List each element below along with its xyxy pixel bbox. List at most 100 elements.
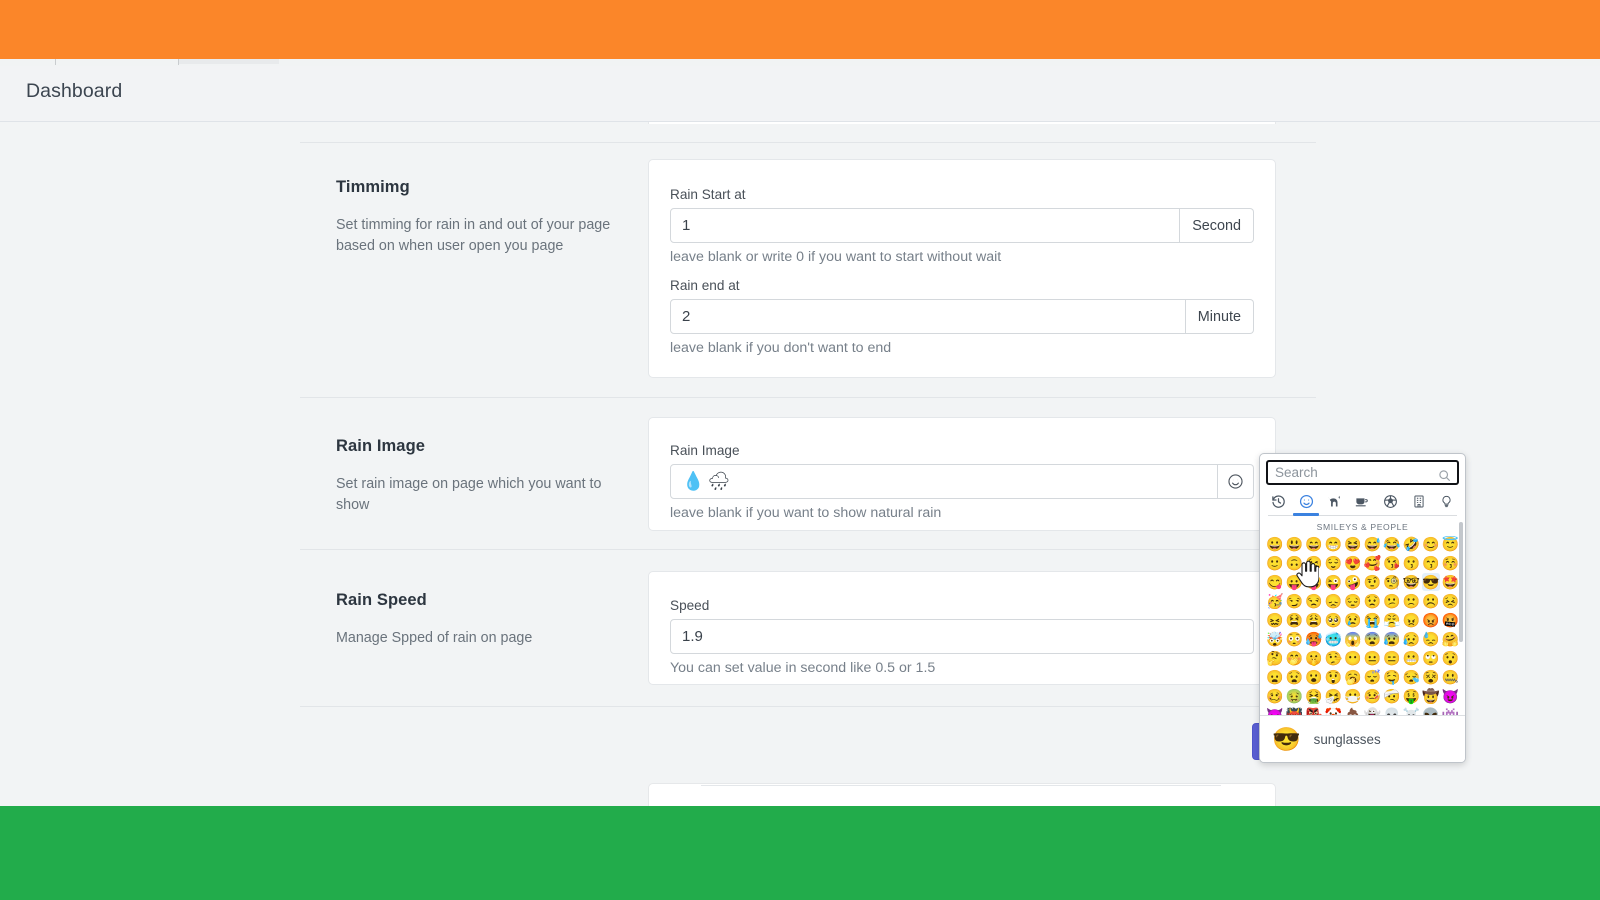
emoji-cell[interactable]: 😛 — [1286, 573, 1304, 591]
emoji-cell[interactable]: 😎 — [1422, 573, 1440, 591]
bulb-icon[interactable] — [1437, 491, 1457, 511]
emoji-cell[interactable]: 🤨 — [1364, 573, 1382, 591]
emoji-picker-popup[interactable]: SMILEYS & PEOPLE 😀😃😄😁😆😅😂🤣😊😇 🙂🙃😉😌😍🥰😘😗😙😚 😋😛😝… — [1259, 453, 1466, 763]
emoji-smile-icon[interactable] — [1218, 464, 1254, 499]
emoji-search-input[interactable] — [1266, 460, 1459, 485]
emoji-cell[interactable]: 😵 — [1422, 668, 1440, 686]
emoji-cell[interactable]: 😝 — [1305, 573, 1323, 591]
emoji-cell[interactable]: 🤭 — [1286, 649, 1304, 667]
building-icon[interactable] — [1409, 491, 1429, 511]
emoji-cell[interactable]: 😏 — [1286, 592, 1304, 610]
emoji-cell[interactable]: 😖 — [1266, 611, 1284, 629]
emoji-cell[interactable]: 🤮 — [1305, 687, 1323, 705]
browser-tab-active[interactable] — [179, 59, 279, 64]
emoji-cell[interactable]: 🤑 — [1403, 687, 1421, 705]
emoji-cell[interactable]: 🥺 — [1325, 611, 1343, 629]
soccer-icon[interactable] — [1381, 491, 1401, 511]
emoji-cell[interactable]: 👿 — [1266, 706, 1284, 715]
emoji-cell[interactable]: 🤤 — [1383, 668, 1401, 686]
emoji-cell[interactable]: 😲 — [1325, 668, 1343, 686]
emoji-cell[interactable]: 😓 — [1422, 630, 1440, 648]
emoji-cell[interactable]: 🤔 — [1266, 649, 1284, 667]
emoji-scrollbar[interactable] — [1459, 522, 1463, 642]
emoji-cell[interactable]: 😉 — [1305, 554, 1323, 572]
recent-icon[interactable] — [1268, 491, 1288, 511]
emoji-cell[interactable]: 😥 — [1403, 630, 1421, 648]
emoji-cell[interactable]: 😳 — [1286, 630, 1304, 648]
emoji-cell[interactable]: 😒 — [1305, 592, 1323, 610]
emoji-cell[interactable]: 😦 — [1266, 668, 1284, 686]
emoji-cell[interactable]: 🤠 — [1422, 687, 1440, 705]
emoji-cell[interactable]: 😬 — [1403, 649, 1421, 667]
emoji-cell[interactable]: 😶 — [1344, 649, 1362, 667]
emoji-cell[interactable]: 😷 — [1344, 687, 1362, 705]
emoji-cell[interactable]: 😃 — [1286, 535, 1304, 553]
emoji-cell[interactable]: 😊 — [1422, 535, 1440, 553]
emoji-cell[interactable]: 🤯 — [1266, 630, 1284, 648]
emoji-cell[interactable]: 🙃 — [1286, 554, 1304, 572]
emoji-cell[interactable]: 😈 — [1442, 687, 1460, 705]
emoji-cell[interactable]: 😋 — [1266, 573, 1284, 591]
coffee-icon[interactable] — [1352, 491, 1372, 511]
emoji-cell[interactable]: 🙂 — [1266, 554, 1284, 572]
emoji-cell[interactable]: 🧐 — [1383, 573, 1401, 591]
emoji-cell[interactable]: 👺 — [1305, 706, 1323, 715]
smiley-icon[interactable] — [1293, 491, 1320, 516]
speed-input[interactable] — [670, 619, 1254, 654]
cat-icon[interactable] — [1324, 491, 1344, 511]
emoji-cell[interactable]: ☠️ — [1403, 706, 1421, 715]
emoji-cell[interactable]: 😩 — [1305, 611, 1323, 629]
rain-start-input[interactable] — [670, 208, 1181, 243]
emoji-cell[interactable]: 🥰 — [1364, 554, 1382, 572]
emoji-cell[interactable]: 😙 — [1422, 554, 1440, 572]
emoji-cell[interactable]: ☹️ — [1422, 592, 1440, 610]
emoji-cell[interactable]: 😡 — [1422, 611, 1440, 629]
emoji-cell[interactable]: 😑 — [1383, 649, 1401, 667]
emoji-cell[interactable]: 😁 — [1325, 535, 1343, 553]
emoji-cell[interactable]: 🤕 — [1383, 687, 1401, 705]
emoji-cell[interactable]: 🤗 — [1442, 630, 1460, 648]
emoji-cell[interactable]: 😴 — [1364, 668, 1382, 686]
emoji-cell[interactable]: 😟 — [1364, 592, 1382, 610]
emoji-cell[interactable]: 😢 — [1344, 611, 1362, 629]
emoji-cell[interactable]: 😫 — [1286, 611, 1304, 629]
emoji-cell[interactable]: 😕 — [1383, 592, 1401, 610]
emoji-cell[interactable]: 🤡 — [1325, 706, 1343, 715]
emoji-cell[interactable]: 🤣 — [1403, 535, 1421, 553]
emoji-cell[interactable]: 😘 — [1383, 554, 1401, 572]
emoji-cell[interactable]: 💩 — [1344, 706, 1362, 715]
emoji-cell[interactable]: 🤩 — [1442, 573, 1460, 591]
emoji-cell[interactable]: 😜 — [1325, 573, 1343, 591]
emoji-cell[interactable]: 😆 — [1344, 535, 1362, 553]
emoji-cell[interactable]: 🥵 — [1305, 630, 1323, 648]
emoji-cell[interactable]: 🤬 — [1442, 611, 1460, 629]
rain-image-input[interactable]: 💧🌧 — [670, 464, 1218, 499]
emoji-cell[interactable]: 😞 — [1325, 592, 1343, 610]
emoji-cell[interactable]: 😐 — [1364, 649, 1382, 667]
emoji-cell[interactable]: 😯 — [1442, 649, 1460, 667]
emoji-cell[interactable]: 👾 — [1442, 706, 1460, 715]
emoji-cell[interactable]: 😪 — [1403, 668, 1421, 686]
rain-end-input[interactable] — [670, 299, 1186, 334]
emoji-cell[interactable]: 😤 — [1383, 611, 1401, 629]
emoji-cell[interactable]: 👻 — [1364, 706, 1382, 715]
emoji-cell[interactable]: 😨 — [1364, 630, 1382, 648]
emoji-cell[interactable]: 💀 — [1383, 706, 1401, 715]
emoji-cell[interactable]: 🤢 — [1286, 687, 1304, 705]
emoji-cell[interactable]: 🥴 — [1266, 687, 1284, 705]
emoji-cell[interactable]: 😄 — [1305, 535, 1323, 553]
emoji-cell[interactable]: 🤓 — [1403, 573, 1421, 591]
emoji-cell[interactable]: 🙁 — [1403, 592, 1421, 610]
emoji-cell[interactable]: 😅 — [1364, 535, 1382, 553]
emoji-cell[interactable]: 🤥 — [1325, 649, 1343, 667]
emoji-cell[interactable]: 🤒 — [1364, 687, 1382, 705]
emoji-cell[interactable]: 😔 — [1344, 592, 1362, 610]
emoji-cell[interactable]: 😧 — [1286, 668, 1304, 686]
emoji-cell[interactable]: 😂 — [1383, 535, 1401, 553]
emoji-cell[interactable]: 🥳 — [1266, 592, 1284, 610]
emoji-scroll-area[interactable]: SMILEYS & PEOPLE 😀 😃 😄 😁 😆 😅 😂 🤣 😊 😇 🙂 🙃 😉 😌 😍 🥰 😘 😗 😙 😚 😋 😛 😝… — [1260, 520, 1465, 715]
emoji-cell[interactable]: 😣 — [1442, 592, 1460, 610]
emoji-cell[interactable]: 😱 — [1344, 630, 1362, 648]
emoji-grid[interactable]: 😀 😃 😄 😁 😆 😅 😂 🤣 😊 😇 🙂 🙃 😉 😌 😍 🥰 😘 😗 😙 😚 😋 😛 😝 😜 🤪 🤨 🧐 🤓 😎 🤩 🥳 😏 😒 😞 😔 😟 😕 🙁 ☹️… — [1260, 535, 1465, 715]
emoji-cell[interactable]: 🥱 — [1344, 668, 1362, 686]
